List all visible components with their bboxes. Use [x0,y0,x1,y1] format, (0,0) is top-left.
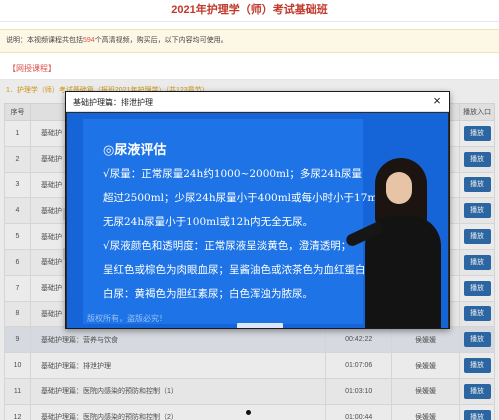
close-icon[interactable]: × [430,94,444,108]
watermark-text: 版权所有，盗版必究！ [87,314,167,323]
notice-suffix: 个高清视频，购买后，以下内容均可使用。 [94,37,228,44]
presenter-image [344,158,445,328]
notice-prefix: 说明：本视频课程共包括 [6,37,83,44]
video-modal: 基础护理篇：排泄护理 × ◎尿液评估 √尿量：正常尿量24h约1000~2000… [65,91,450,329]
modal-header: 基础护理篇：排泄护理 × [66,92,449,112]
notice-count: 594 [83,37,95,44]
notice-bar: 说明：本视频课程共包括594个高清视频，购买后，以下内容均可使用。 [0,29,499,53]
lecture-slide: ◎尿液评估 √尿量：正常尿量24h约1000~2000ml；多尿24h尿量 超过… [83,119,391,324]
section-heading: 【网授课程】 [0,60,499,80]
slide-text: √尿液颜色和透明度：正常尿液呈淡黄色，澄清透明； [103,240,352,252]
page-title: 2021年护理学（师）考试基础班 [0,0,499,22]
slide-text: 白尿：黄褐色为胆红素尿；白色浑浊为脓尿。 [103,288,313,300]
slide-text: √尿量：正常尿量24h约1000~2000ml；多尿24h尿量 [103,168,362,180]
slide-text: 超过2500ml；少尿24h尿量小于400ml或每小时小于17ml； [103,192,392,204]
modal-title: 基础护理篇：排泄护理 [73,98,153,107]
player-controls[interactable] [237,323,283,328]
slide-heading: ◎尿液评估 [103,143,167,158]
video-player[interactable]: ◎尿液评估 √尿量：正常尿量24h约1000~2000ml；多尿24h尿量 超过… [67,113,448,328]
slide-text: 无尿24h尿量小于100ml或12h内无全无尿。 [103,216,314,228]
slide-text: 呈红色或棕色为肉眼血尿；呈酱油色或浓茶色为血红蛋白尿； [103,264,387,276]
page-indicator-dot[interactable] [246,410,251,415]
presenter-face [386,172,412,204]
